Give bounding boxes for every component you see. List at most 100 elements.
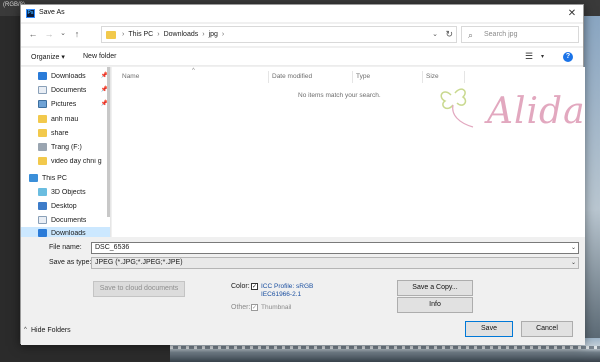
sidebar-item-label: Downloads — [51, 72, 86, 80]
drive-icon — [38, 143, 47, 151]
hide-folders-caret-icon[interactable]: ^ — [24, 327, 27, 333]
search-placeholder: Search jpg — [484, 31, 518, 38]
save-as-type-value: JPEG (*.JPG;*.JPEG;*.JPE) — [95, 259, 183, 266]
desktop-icon — [38, 202, 47, 210]
hide-folders-toggle[interactable]: Hide Folders — [31, 327, 71, 334]
download-icon — [38, 72, 47, 80]
folder-icon — [38, 157, 47, 165]
sidebar-item-label: anh mau — [51, 115, 79, 123]
save-as-type-label: Save as type: — [49, 259, 92, 266]
alida-watermark-logo: Alida — [433, 83, 586, 163]
view-options-icon[interactable]: ☰ — [525, 51, 533, 62]
save-as-type-dropdown-icon[interactable]: ⌄ — [571, 258, 576, 268]
sidebar-item-pictures[interactable]: Pictures 📌 — [21, 98, 110, 110]
save-options-form: File name: DSC_6536 ⌄ Save as type: JPEG… — [21, 237, 585, 345]
sidebar-item-3d-objects[interactable]: 3D Objects — [21, 186, 110, 198]
command-toolbar: Organize ▾ New folder ☰ ▾ ? — [21, 48, 583, 66]
breadcrumb-separator: › — [221, 31, 225, 38]
save-as-type-select[interactable]: JPEG (*.JPG;*.JPEG;*.JPE) ⌄ — [91, 257, 579, 269]
sidebar-item-label: This PC — [42, 174, 67, 182]
column-divider[interactable] — [464, 71, 465, 83]
view-dropdown-icon[interactable]: ▾ — [541, 53, 544, 60]
folder-icon — [38, 129, 47, 137]
background-canvas-right — [584, 16, 600, 338]
recent-locations-icon[interactable]: ⌄ — [57, 28, 69, 40]
photoshop-icon: Ps — [26, 9, 35, 18]
save-as-dialog: Ps Save As ✕ ← → ⌄ ↑ › This PC › Downloa… — [20, 4, 586, 345]
breadcrumb-separator: › — [122, 31, 125, 38]
sidebar-item-video-folder[interactable]: video day chni g — [21, 155, 110, 167]
icc-profile-label[interactable]: ICC Profile: sRGB IEC61966-2.1 — [261, 283, 313, 299]
sidebar-item-desktop[interactable]: Desktop — [21, 200, 110, 212]
leaf-mark-icon — [440, 88, 474, 128]
empty-list-message: No items match your search. — [298, 92, 381, 99]
sidebar-item-label: Documents — [51, 216, 87, 224]
save-to-cloud-button[interactable]: Save to cloud documents — [93, 281, 185, 297]
sidebar-item-anh-mau[interactable]: anh mau — [21, 113, 110, 125]
file-name-dropdown-icon[interactable]: ⌄ — [571, 243, 576, 253]
file-name-field[interactable]: DSC_6536 ⌄ — [91, 242, 579, 254]
sidebar-item-documents[interactable]: Documents — [21, 214, 110, 226]
cancel-button[interactable]: Cancel — [521, 321, 573, 337]
watermark-text: Alida — [487, 91, 586, 132]
thumbnail-label: Thumbnail — [261, 304, 292, 311]
dialog-titlebar: Ps Save As ✕ — [21, 5, 583, 22]
sidebar-item-label: Documents — [51, 86, 87, 94]
icc-profile-line1: ICC Profile: sRGB — [261, 283, 314, 290]
save-a-copy-button[interactable]: Save a Copy... — [397, 280, 473, 296]
search-input[interactable]: ⌕ Search jpg — [461, 26, 579, 43]
sidebar-item-this-pc[interactable]: This PC — [21, 172, 110, 184]
download-icon — [38, 229, 47, 237]
address-dropdown-icon[interactable]: ⌄ — [432, 30, 438, 38]
folder-icon — [106, 31, 116, 39]
sidebar-item-label: Desktop — [51, 202, 77, 210]
search-icon: ⌕ — [468, 30, 474, 40]
column-header-name[interactable]: Name — [122, 73, 139, 80]
dialog-title: Save As — [39, 9, 65, 16]
background-railing — [170, 346, 600, 349]
navigation-pane: Downloads 📌 Documents 📌 Pictures 📌 anh m… — [21, 67, 111, 237]
documents-icon — [38, 86, 47, 94]
icc-profile-checkbox[interactable]: ✓ — [251, 283, 258, 290]
breadcrumb: › This PC › Downloads › jpg › — [122, 31, 224, 38]
folder-icon — [38, 115, 47, 123]
sidebar-item-label: Pictures — [51, 100, 77, 108]
column-divider[interactable] — [422, 71, 423, 83]
sidebar-item-documents-quick[interactable]: Documents 📌 — [21, 84, 110, 96]
sidebar-item-label: Trang (F:) — [51, 143, 82, 151]
sidebar-item-share[interactable]: share — [21, 127, 110, 139]
pictures-icon — [38, 100, 47, 108]
sidebar-item-downloads[interactable]: Downloads — [21, 227, 110, 237]
color-label: Color: — [231, 283, 250, 290]
column-divider[interactable] — [268, 71, 269, 83]
new-folder-button[interactable]: New folder — [83, 53, 116, 60]
save-button[interactable]: Save — [465, 321, 513, 337]
icc-profile-line2: IEC61966-2.1 — [261, 291, 302, 298]
column-divider[interactable] — [352, 71, 353, 83]
close-icon[interactable]: ✕ — [565, 7, 579, 20]
column-header-type[interactable]: Type — [356, 73, 370, 80]
documents-icon — [38, 216, 47, 224]
computer-icon — [29, 174, 38, 182]
info-button[interactable]: Info — [397, 297, 473, 313]
column-header-date-modified[interactable]: Date modified — [272, 73, 312, 80]
refresh-icon[interactable]: ↻ — [445, 29, 453, 40]
sidebar-item-trang-f[interactable]: Trang (F:) — [21, 141, 110, 153]
address-bar[interactable]: › This PC › Downloads › jpg › ⌄ ↻ — [101, 26, 457, 43]
column-header-size[interactable]: Size — [426, 73, 439, 80]
forward-arrow-icon[interactable]: → — [43, 28, 55, 40]
breadcrumb-jpg[interactable]: jpg — [209, 31, 218, 38]
sort-caret-icon: ^ — [192, 68, 195, 74]
sidebar-item-downloads-quick[interactable]: Downloads 📌 — [21, 70, 110, 82]
sidebar-item-label: 3D Objects — [51, 188, 86, 196]
breadcrumb-this-pc[interactable]: This PC — [128, 31, 153, 38]
organize-menu-button[interactable]: Organize ▾ — [31, 53, 65, 61]
back-arrow-icon[interactable]: ← — [27, 28, 39, 40]
up-arrow-icon[interactable]: ↑ — [71, 28, 83, 40]
other-label: Other: — [231, 304, 251, 311]
nav-pane-scrollbar[interactable] — [107, 67, 110, 217]
breadcrumb-downloads[interactable]: Downloads — [164, 31, 199, 38]
help-icon[interactable]: ? — [563, 52, 573, 62]
thumbnail-checkbox[interactable]: ✓ — [251, 304, 258, 311]
breadcrumb-separator: › — [202, 31, 205, 38]
